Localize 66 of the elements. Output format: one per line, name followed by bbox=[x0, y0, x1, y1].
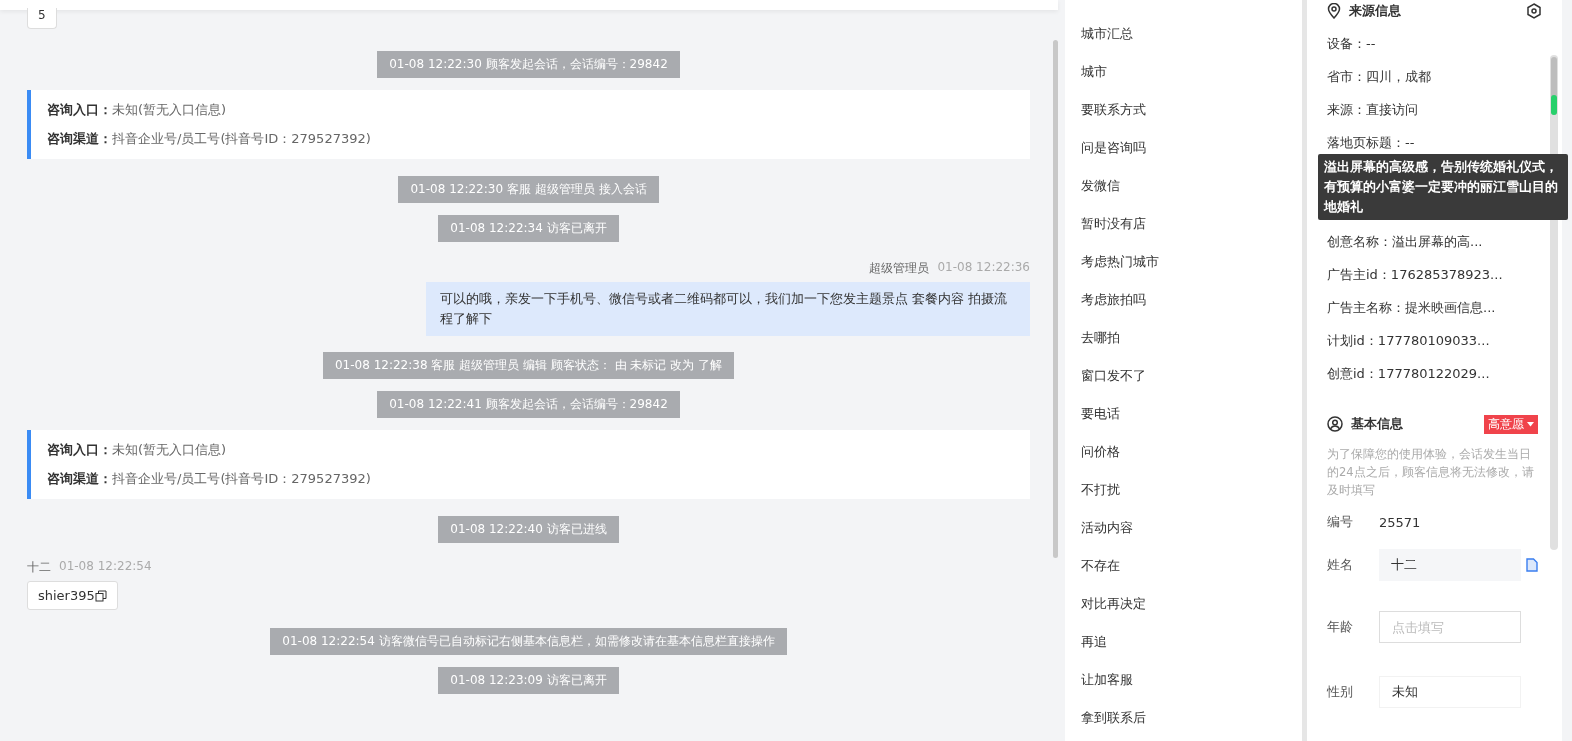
scroll-indicator bbox=[1551, 95, 1557, 115]
sender-name: 超级管理员 bbox=[869, 260, 930, 277]
system-notice: 01-08 12:22:40 访客已进线 bbox=[438, 516, 619, 543]
field-label: 编号 bbox=[1327, 513, 1354, 531]
copy-icon[interactable] bbox=[94, 589, 107, 602]
info-field: 设备：-- bbox=[1327, 34, 1542, 67]
quick-reply-item[interactable]: 对比再决定 bbox=[1081, 592, 1302, 630]
quick-reply-item[interactable]: 再追 bbox=[1081, 630, 1302, 668]
info-field: 广告主id：176285378923... bbox=[1327, 265, 1542, 298]
caret-icon bbox=[1527, 421, 1534, 427]
tooltip: 溢出屏幕的高级感，告别传统婚礼仪式，有预算的小富婆一定要冲的丽江雪山目的地婚礼 bbox=[1318, 154, 1568, 220]
info-field: 广告主名称：提米映画信息... bbox=[1327, 298, 1542, 331]
system-notice: 01-08 12:23:09 访客已离开 bbox=[438, 667, 619, 694]
entry-line: 咨询入口：未知(暂无入口信息) bbox=[47, 101, 228, 119]
location-pin-icon bbox=[1327, 3, 1341, 19]
message-time: 01-08 12:22:54 bbox=[59, 559, 152, 575]
message-bubble: shier395 bbox=[27, 581, 118, 610]
system-notice: 01-08 12:22:38 客服 超级管理员 编辑 顾客状态： 由 未标记 改为 了解 bbox=[322, 352, 735, 379]
info-field: 来源：直接访问 bbox=[1327, 100, 1542, 133]
settings-icon[interactable] bbox=[1526, 3, 1542, 19]
intent-tag[interactable]: 高意愿 bbox=[1484, 414, 1538, 434]
info-field: 省市：四川，成都 bbox=[1327, 67, 1542, 100]
field-value: 25571 bbox=[1379, 514, 1421, 530]
quick-reply-item[interactable]: 城市汇总 bbox=[1081, 22, 1302, 60]
system-notice: 01-08 12:22:41 顾客发起会话，会话编号：29842 bbox=[377, 391, 680, 418]
quick-reply-item[interactable]: 不存在 bbox=[1081, 554, 1302, 592]
message-bubble: 5 bbox=[27, 8, 57, 29]
system-notice: 01-08 12:22:34 访客已离开 bbox=[438, 215, 619, 242]
quick-reply-item[interactable]: 要联系方式 bbox=[1081, 98, 1302, 136]
user-icon bbox=[1327, 416, 1343, 432]
field-label: 年龄 bbox=[1327, 618, 1354, 636]
quick-reply-item[interactable]: 城市 bbox=[1081, 60, 1302, 98]
field-label: 性别 bbox=[1327, 683, 1354, 701]
quick-reply-item[interactable]: 问价格 bbox=[1081, 440, 1302, 478]
quick-reply-item[interactable]: 去哪拍 bbox=[1081, 326, 1302, 364]
entry-line: 咨询渠道：抖音企业号/员工号(抖音号ID：279527392) bbox=[47, 130, 372, 148]
quick-reply-item[interactable]: 让加客服 bbox=[1081, 668, 1302, 706]
quick-reply-item[interactable]: 暂时没有店 bbox=[1081, 212, 1302, 250]
system-notice: 01-08 12:22:30 顾客发起会话，会话编号：29842 bbox=[377, 51, 680, 78]
sender-name: 十二 bbox=[27, 559, 51, 576]
info-field: 计划id：177780109033... bbox=[1327, 331, 1542, 364]
message-time: 01-08 12:22:36 bbox=[937, 260, 1030, 276]
scrollbar-thumb[interactable] bbox=[1053, 40, 1058, 558]
message-bubble: 可以的哦，亲发一下手机号、微信号或者二维码都可以，我们加一下您发主题景点 套餐内容 拍摄流程了解下 bbox=[426, 282, 1030, 336]
entry-line: 咨询入口：未知(暂无入口信息) bbox=[47, 441, 228, 459]
quick-reply-item[interactable]: 要电话 bbox=[1081, 402, 1302, 440]
quick-reply-item[interactable]: 活动内容 bbox=[1081, 516, 1302, 554]
section-title: 来源信息 bbox=[1349, 2, 1401, 20]
system-notice: 01-08 12:22:30 客服 超级管理员 接入会话 bbox=[398, 176, 659, 203]
quick-reply-item[interactable]: 不打扰 bbox=[1081, 478, 1302, 516]
section-title: 基本信息 bbox=[1351, 415, 1404, 433]
entry-line: 咨询渠道：抖音企业号/员工号(抖音号ID：279527392) bbox=[47, 470, 372, 488]
system-notice: 01-08 12:22:54 访客微信号已自动标记右侧基本信息栏，如需修改请在基本信息栏直接操作 bbox=[270, 628, 787, 655]
quick-reply-item[interactable]: 问是咨询吗 bbox=[1081, 136, 1302, 174]
quick-reply-item[interactable]: 考虑旅拍吗 bbox=[1081, 288, 1302, 326]
quick-reply-item[interactable]: 窗口发不了 bbox=[1081, 364, 1302, 402]
info-field: 创意id：177780122029... bbox=[1327, 364, 1542, 397]
age-field[interactable]: 点击填写 bbox=[1379, 611, 1521, 643]
info-field: 创意名称：溢出屏幕的高... bbox=[1327, 232, 1542, 265]
field-label: 姓名 bbox=[1327, 556, 1354, 574]
quick-reply-item[interactable]: 拿到联系后 bbox=[1081, 706, 1302, 741]
quick-reply-item[interactable]: 考虑热门城市 bbox=[1081, 250, 1302, 288]
gender-field[interactable]: 未知 bbox=[1379, 676, 1521, 708]
notice-text: 为了保障您的使用体验，会话发生当日的24点之后，顾客信息将无法修改，请及时填写 bbox=[1327, 446, 1535, 499]
name-field[interactable]: 十二 bbox=[1379, 549, 1521, 581]
quick-reply-item[interactable]: 发微信 bbox=[1081, 174, 1302, 212]
